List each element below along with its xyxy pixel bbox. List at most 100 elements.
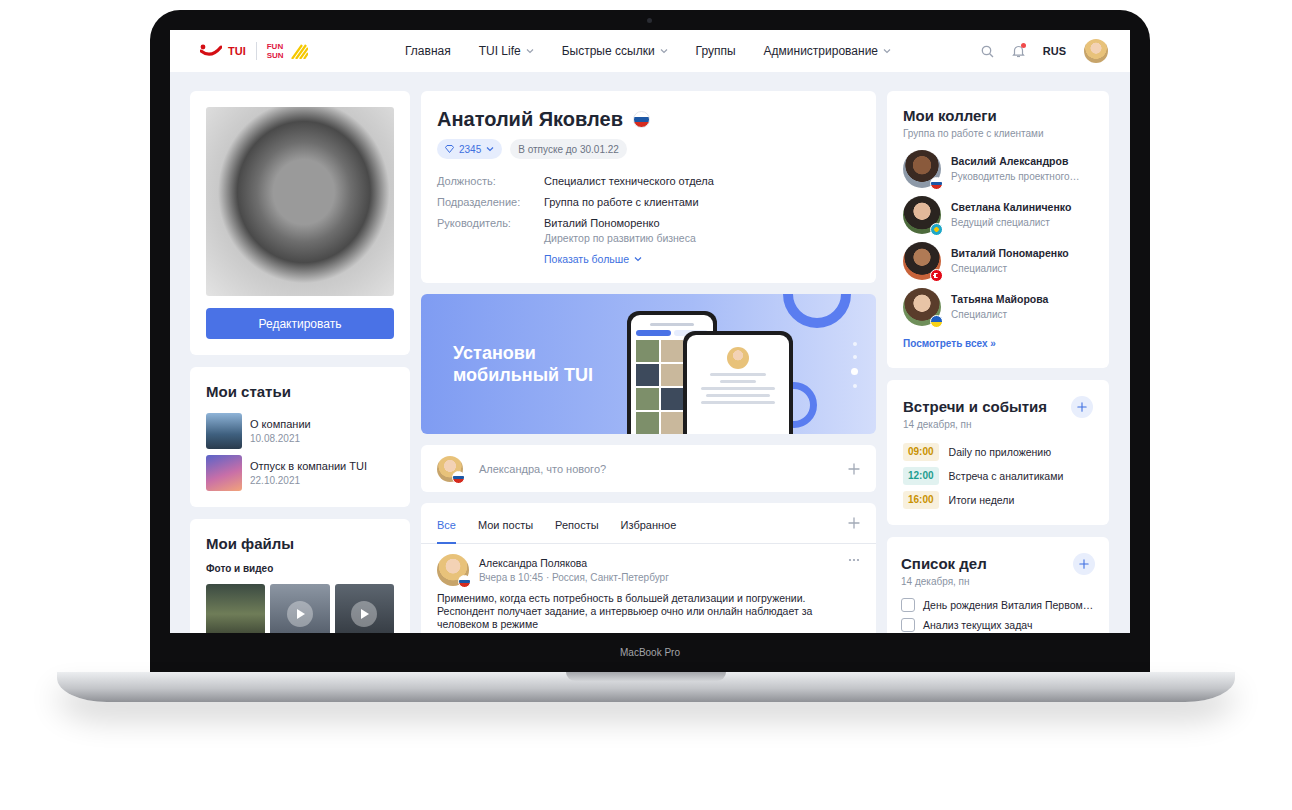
add-event-button[interactable] bbox=[1071, 396, 1093, 418]
edit-button[interactable]: Редактировать bbox=[206, 308, 394, 339]
status-badge: В отпуске до 30.01.22 bbox=[510, 139, 627, 159]
chevron-down-icon bbox=[883, 48, 891, 54]
device-label: MacBook Pro bbox=[620, 647, 680, 658]
post-composer[interactable]: Александра, что нового? bbox=[421, 445, 876, 492]
event-item[interactable]: 16:00 Итоги недели bbox=[903, 491, 1093, 509]
feed-tab[interactable]: Все bbox=[437, 503, 456, 544]
nav-item[interactable]: Быстрые ссылки bbox=[562, 44, 668, 58]
post-meta: Вчера в 10:45 · Россия, Санкт-Петербург bbox=[479, 571, 838, 584]
page: TUI FUN SUN Главная TUI Life Быстрые ссы… bbox=[0, 0, 1292, 810]
feed-tabs: Все Мои посты Репосты Избранное bbox=[421, 503, 876, 544]
flag-icon bbox=[930, 269, 943, 282]
profile-photo-card: Редактировать bbox=[190, 91, 410, 355]
brand-name: TUI bbox=[228, 45, 246, 57]
article-title: О компании bbox=[250, 417, 311, 431]
feed-tab[interactable]: Избранное bbox=[621, 503, 677, 544]
add-post-button[interactable] bbox=[848, 463, 860, 475]
flag-icon bbox=[452, 471, 465, 484]
colleague-item[interactable]: Светлана Калиниченко Ведущий специалист bbox=[903, 196, 1093, 234]
field-value: Виталий Пономоренко Директор по развитию… bbox=[544, 215, 860, 245]
sun-stripes-icon bbox=[290, 43, 308, 59]
camera-icon bbox=[647, 18, 652, 23]
language-switch[interactable]: RUS bbox=[1043, 45, 1066, 57]
plus-icon bbox=[848, 463, 860, 475]
flag-icon bbox=[930, 223, 943, 236]
colleague-role: Руководитель проектного… bbox=[951, 170, 1079, 183]
colleague-item[interactable]: Виталий Пономаренко Специалист bbox=[903, 242, 1093, 280]
carousel-dot[interactable] bbox=[853, 384, 857, 388]
post-author[interactable]: Александра Полякова bbox=[479, 557, 838, 570]
file-thumbnail[interactable] bbox=[206, 584, 265, 633]
show-more-link[interactable]: Показать больше bbox=[544, 251, 860, 267]
feed-tab[interactable]: Мои посты bbox=[478, 503, 533, 544]
event-item[interactable]: 12:00 Встреча с аналитиками bbox=[903, 467, 1093, 485]
nav-item[interactable]: Главная bbox=[405, 44, 451, 58]
nav-item[interactable]: Группы bbox=[696, 44, 736, 58]
event-item[interactable]: 09:00 Daily по приложению bbox=[903, 443, 1093, 461]
article-date: 10.08.2021 bbox=[250, 432, 311, 445]
composer-placeholder[interactable]: Александра, что нового? bbox=[479, 463, 832, 475]
logo-divider bbox=[256, 42, 257, 60]
search-icon[interactable] bbox=[981, 45, 994, 58]
plus-icon bbox=[1079, 559, 1089, 569]
chevron-down-icon bbox=[634, 256, 642, 262]
todo-item[interactable]: Анализ текущих задач bbox=[901, 618, 1095, 632]
colleague-role: Ведущий специалист bbox=[951, 216, 1071, 229]
files-section-title: Фото и видео bbox=[206, 563, 394, 574]
colleagues-card: Мои коллеги Группа по работе с клиентами… bbox=[887, 91, 1109, 368]
logo[interactable]: TUI FUN SUN bbox=[200, 42, 405, 60]
screen: TUI FUN SUN Главная TUI Life Быстрые ссы… bbox=[170, 30, 1130, 633]
laptop-base bbox=[57, 672, 1235, 702]
event-time: 12:00 bbox=[903, 467, 939, 485]
mobile-app-banner[interactable]: Установимобильный TUI bbox=[421, 294, 876, 434]
event-time: 09:00 bbox=[903, 443, 939, 461]
card-title: Мои коллеги bbox=[903, 107, 1093, 125]
todo-label: День рождения Виталия Первом… bbox=[923, 598, 1093, 612]
see-all-link[interactable]: Посмотреть всех » bbox=[903, 338, 1093, 349]
middle-column: Анатолий Яковлев 2345 В отпуске до 30.01… bbox=[421, 91, 876, 633]
feed-tab[interactable]: Репосты bbox=[555, 503, 599, 544]
user-avatar[interactable] bbox=[1084, 39, 1108, 63]
profile-name: Анатолий Яковлев bbox=[437, 107, 623, 131]
phone-mockup bbox=[683, 331, 793, 434]
flag-icon bbox=[458, 575, 471, 588]
nav-item[interactable]: TUI Life bbox=[479, 44, 534, 58]
card-title: Встречи и события bbox=[903, 398, 1047, 416]
chevron-down-icon bbox=[486, 146, 494, 152]
event-label: Итоги недели bbox=[949, 494, 1015, 506]
add-todo-button[interactable] bbox=[1073, 553, 1095, 575]
article-thumbnail bbox=[206, 413, 242, 449]
todo-date: 14 декабря, пн bbox=[901, 575, 1095, 588]
events-card: Встречи и события 14 декабря, пн 09:00 D… bbox=[887, 380, 1109, 525]
file-thumbnails bbox=[206, 584, 394, 633]
plus-icon bbox=[1077, 402, 1087, 412]
more-icon[interactable] bbox=[848, 558, 860, 562]
checkbox[interactable] bbox=[901, 598, 915, 612]
tui-smile-icon bbox=[200, 44, 222, 58]
article-item[interactable]: Отпуск в компании TUI 22.10.2021 bbox=[206, 455, 394, 491]
article-date: 22.10.2021 bbox=[250, 474, 367, 487]
event-label: Встреча с аналитиками bbox=[949, 470, 1064, 482]
add-tab-button[interactable] bbox=[848, 517, 860, 529]
laptop-chin: MacBook Pro bbox=[620, 633, 680, 672]
chevron-down-icon bbox=[660, 48, 668, 54]
profile-photo bbox=[206, 107, 394, 296]
files-card: Мои файлы Фото и видео bbox=[190, 519, 410, 633]
nav-item[interactable]: Администрирование bbox=[764, 44, 891, 58]
file-thumbnail[interactable] bbox=[270, 584, 329, 633]
carousel-dot[interactable] bbox=[851, 368, 858, 375]
todo-label: Анализ текущих задач bbox=[923, 618, 1032, 632]
carousel-dot[interactable] bbox=[853, 342, 857, 346]
points-badge[interactable]: 2345 bbox=[437, 139, 502, 159]
field-value: Специалист технического отдела bbox=[544, 173, 860, 189]
colleague-item[interactable]: Василий Александров Руководитель проектн… bbox=[903, 150, 1093, 188]
checkbox[interactable] bbox=[901, 618, 915, 632]
notifications-button[interactable] bbox=[1012, 44, 1025, 58]
carousel-dots bbox=[851, 342, 858, 388]
carousel-dot[interactable] bbox=[853, 355, 857, 359]
todo-item[interactable]: День рождения Виталия Первом… bbox=[901, 598, 1095, 612]
file-thumbnail[interactable] bbox=[335, 584, 394, 633]
colleague-item[interactable]: Татьяна Майорова Специалист bbox=[903, 288, 1093, 326]
article-item[interactable]: О компании 10.08.2021 bbox=[206, 413, 394, 449]
partner-name: FUN SUN bbox=[267, 42, 284, 60]
